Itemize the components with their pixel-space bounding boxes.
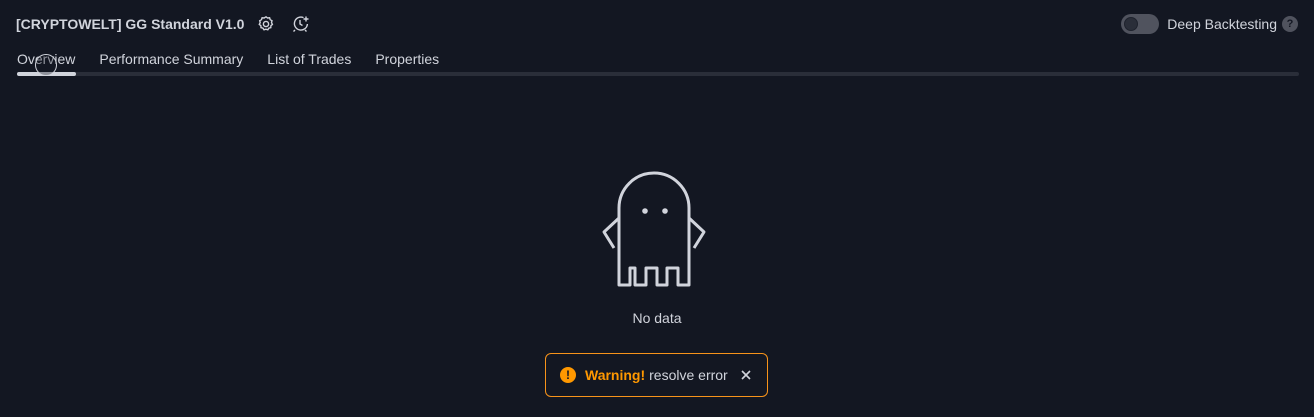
gear-icon[interactable] <box>254 12 278 36</box>
help-icon[interactable]: ? <box>1282 16 1298 32</box>
warning-message: resolve error <box>649 367 728 383</box>
tab-performance-summary[interactable]: Performance Summary <box>99 47 243 71</box>
warning-toast: ! Warning! resolve error <box>545 353 768 397</box>
panel-header: [CRYPTOWELT] GG Standard V1.0 Deep Backt… <box>16 12 1298 36</box>
empty-state: No data <box>0 168 1314 326</box>
warning-title: Warning! <box>585 367 646 383</box>
tab-properties[interactable]: Properties <box>375 47 439 71</box>
tab-bar: Overview Performance Summary List of Tra… <box>17 44 1299 76</box>
no-data-text: No data <box>632 310 682 326</box>
tab-track <box>17 72 1299 76</box>
deep-backtesting-controls: Deep Backtesting ? <box>1121 12 1298 36</box>
close-icon[interactable] <box>739 368 753 382</box>
add-alert-icon[interactable] <box>289 12 313 36</box>
deep-backtesting-label: Deep Backtesting <box>1167 16 1277 32</box>
mouse-cursor-indicator <box>35 54 57 76</box>
ghost-icon <box>602 171 706 287</box>
warning-icon: ! <box>560 367 576 383</box>
tab-list-of-trades[interactable]: List of Trades <box>267 47 351 71</box>
deep-backtesting-toggle[interactable] <box>1121 14 1160 34</box>
strategy-tester-panel: [CRYPTOWELT] GG Standard V1.0 Deep Backt… <box>0 0 1314 417</box>
strategy-title[interactable]: [CRYPTOWELT] GG Standard V1.0 <box>16 16 244 32</box>
toggle-knob <box>1124 17 1139 31</box>
